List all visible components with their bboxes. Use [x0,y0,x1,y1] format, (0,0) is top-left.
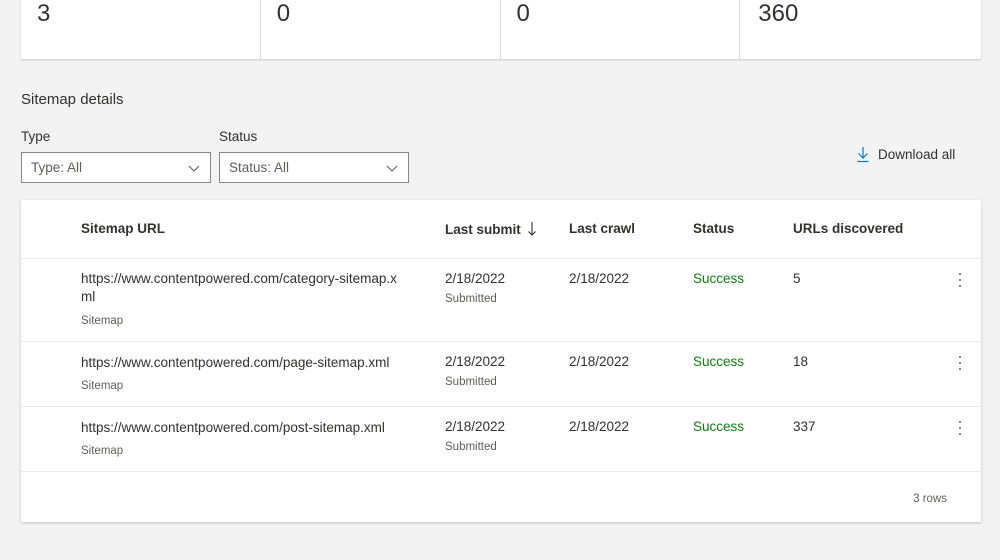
type-filter-label: Type [21,129,51,144]
type-filter-dropdown[interactable]: Type: All [21,152,211,183]
last-submit-date: 2/18/2022 [445,419,506,434]
chevron-down-icon [188,165,200,172]
last-crawl-date: 2/18/2022 [569,419,630,434]
submit-note: Submitted [445,293,497,305]
status-filter-value: Status: All [229,160,290,175]
column-header-status[interactable]: Status [693,221,734,236]
status-filter-dropdown[interactable]: Status: All [219,152,409,183]
url-line: ml [81,289,96,304]
submit-note: Submitted [445,441,497,453]
section-title: Sitemap details [21,91,124,108]
urls-discovered-value: 5 [793,271,801,286]
column-header-urls-discovered[interactable]: URLs discovered [793,221,903,236]
last-crawl-date: 2/18/2022 [569,354,630,369]
table-row[interactable]: https://www.contentpowered.com/category-… [21,259,981,342]
chevron-down-icon [386,165,398,172]
table-row[interactable]: https://www.contentpowered.com/post-site… [21,407,981,472]
last-submit-date: 2/18/2022 [445,354,506,369]
column-header-last-crawl[interactable]: Last crawl [569,221,635,236]
stat-value: 0 [501,0,741,59]
sitemap-url[interactable]: https://www.contentpowered.com/page-site… [81,354,421,372]
stat-value: 360 [758,0,799,27]
urls-discovered-value: 18 [793,354,809,369]
sort-descending-icon [527,222,536,236]
column-header-last-submit[interactable]: Last submit [445,221,537,237]
sitemap-type: Sitemap [81,445,124,457]
more-options-icon[interactable] [957,271,963,289]
urls-discovered-value: 337 [793,419,816,434]
last-submit-date: 2/18/2022 [445,271,506,286]
sitemap-url[interactable]: https://www.contentpowered.com/post-site… [81,419,421,437]
more-options-icon[interactable] [957,419,963,437]
sitemap-type: Sitemap [81,315,124,327]
more-options-icon[interactable] [957,354,963,372]
table-header: Sitemap URL Last submit Last crawl Statu… [21,200,981,259]
url-line: https://www.contentpowered.com/category-… [81,271,397,286]
status-value: Success [693,271,745,286]
stats-card: 3 0 0 360 [21,0,981,59]
status-value: Success [693,354,745,369]
status-value: Success [693,419,745,434]
stat-value: 3 [21,0,261,59]
last-crawl-date: 2/18/2022 [569,271,630,286]
download-icon [857,147,869,163]
column-header-label: Last submit [445,221,521,237]
sitemap-type: Sitemap [81,380,124,392]
row-count: 3 rows [913,493,947,505]
submit-note: Submitted [445,376,497,388]
sitemap-url[interactable]: https://www.contentpowered.com/category-… [81,270,421,306]
type-filter-value: Type: All [31,160,83,175]
download-all-button[interactable]: Download all [856,145,955,163]
table-row[interactable]: https://www.contentpowered.com/page-site… [21,342,981,407]
download-all-label: Download all [878,146,956,162]
stat-value: 0 [261,0,501,59]
status-filter-label: Status [219,129,258,144]
sitemap-table: Sitemap URL Last submit Last crawl Statu… [21,200,981,522]
column-header-url[interactable]: Sitemap URL [81,221,165,236]
